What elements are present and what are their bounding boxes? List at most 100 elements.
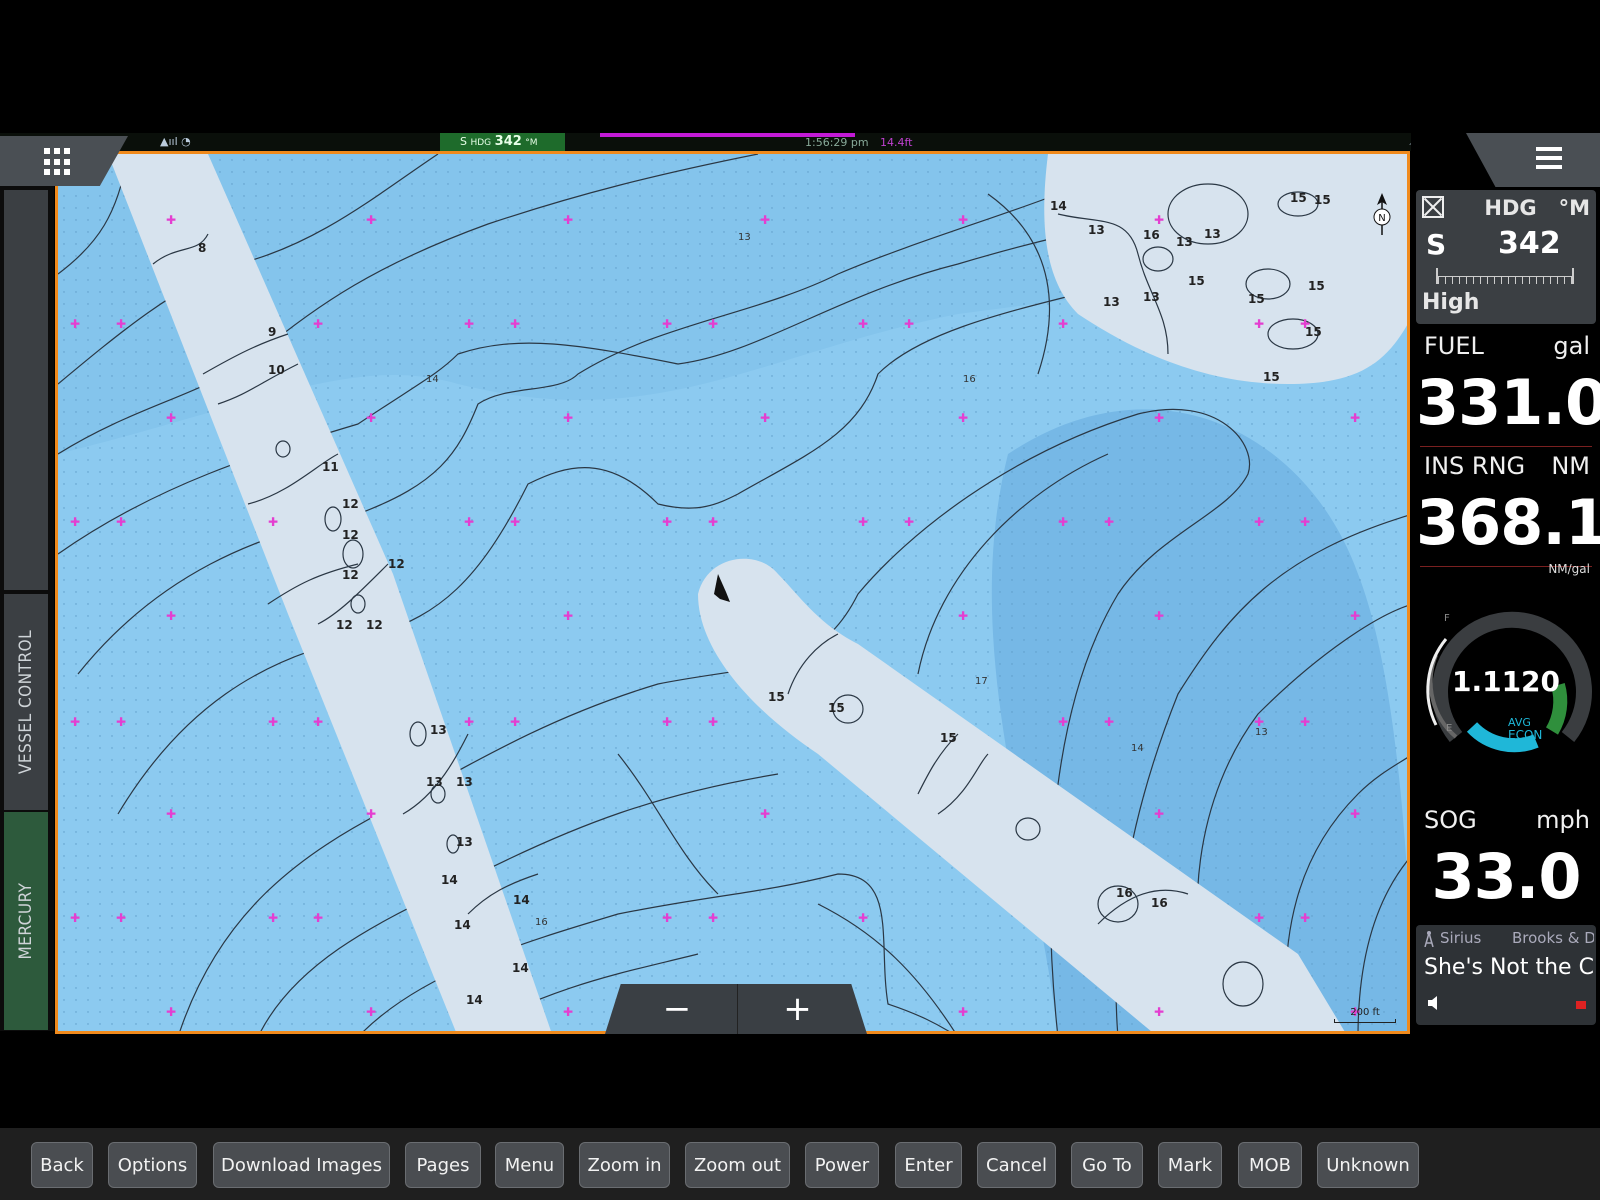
svg-text:✚: ✚ xyxy=(366,411,376,425)
cancel-button[interactable]: Cancel xyxy=(977,1142,1056,1188)
svg-text:13: 13 xyxy=(426,775,443,789)
speed-over-ground-gauge[interactable]: SOG mph 33.0 xyxy=(1416,800,1596,915)
svg-text:13: 13 xyxy=(430,723,447,737)
svg-text:✚: ✚ xyxy=(1058,317,1068,331)
zoom-out-button[interactable]: − xyxy=(617,984,737,1034)
svg-text:✚: ✚ xyxy=(1058,715,1068,729)
back-button[interactable]: Back xyxy=(31,1142,93,1188)
svg-text:✚: ✚ xyxy=(1350,609,1360,623)
svg-text:12: 12 xyxy=(342,568,359,582)
status-hdg-unit: °M xyxy=(525,138,538,148)
economy-full-label: F xyxy=(1444,613,1450,624)
svg-text:✚: ✚ xyxy=(858,911,868,925)
mark-button[interactable]: Mark xyxy=(1158,1142,1222,1188)
svg-text:14: 14 xyxy=(454,918,471,932)
svg-text:15: 15 xyxy=(1314,193,1331,207)
range-value: 368.1 xyxy=(1416,486,1600,559)
svg-text:16: 16 xyxy=(535,917,548,928)
nautical-chart[interactable]: 8 9 10 11 12 12 12 12 12 12 13 13 13 13 … xyxy=(55,151,1410,1034)
svg-text:✚: ✚ xyxy=(708,911,718,925)
status-hdg-value: 342 xyxy=(494,134,522,149)
svg-text:✚: ✚ xyxy=(1154,1005,1164,1019)
svg-text:✚: ✚ xyxy=(563,411,573,425)
svg-text:✚: ✚ xyxy=(70,515,80,529)
status-heading[interactable]: S HDG 342 °M xyxy=(440,133,565,151)
svg-text:15: 15 xyxy=(1263,370,1280,384)
svg-text:13: 13 xyxy=(738,232,751,243)
enter-button[interactable]: Enter xyxy=(895,1142,962,1188)
sog-value: 33.0 xyxy=(1431,840,1582,913)
north-label: N xyxy=(1378,213,1385,224)
svg-text:14: 14 xyxy=(426,374,439,385)
heading-value: 342 xyxy=(1498,226,1561,261)
svg-text:✚: ✚ xyxy=(116,715,126,729)
power-button[interactable]: Power xyxy=(805,1142,879,1188)
svg-text:15: 15 xyxy=(828,701,845,715)
svg-text:✚: ✚ xyxy=(958,411,968,425)
svg-text:✚: ✚ xyxy=(662,911,672,925)
north-arrow-icon[interactable]: N xyxy=(1370,193,1394,239)
svg-text:✚: ✚ xyxy=(1058,515,1068,529)
menu-hw-button[interactable]: Menu xyxy=(495,1142,564,1188)
mob-button[interactable]: MOB xyxy=(1238,1142,1302,1188)
svg-text:13: 13 xyxy=(1103,295,1120,309)
go-to-button[interactable]: Go To xyxy=(1071,1142,1143,1188)
range-sub-unit: NM/gal xyxy=(1548,562,1590,576)
svg-text:✚: ✚ xyxy=(760,807,770,821)
fuel-divider xyxy=(1420,446,1592,447)
autopilot-off-icon xyxy=(1422,196,1444,218)
svg-text:16: 16 xyxy=(963,374,976,385)
zoom-in-hw-button[interactable]: Zoom in xyxy=(579,1142,670,1188)
heading-gauge[interactable]: HDG °M S 342 High xyxy=(1416,190,1596,324)
svg-text:✚: ✚ xyxy=(858,515,868,529)
fuel-economy-gauge[interactable]: F E 1.1120 AVG ECON xyxy=(1416,605,1596,770)
zoom-out-hw-button[interactable]: Zoom out xyxy=(685,1142,790,1188)
svg-text:✚: ✚ xyxy=(1154,807,1164,821)
svg-text:✚: ✚ xyxy=(708,317,718,331)
tab-vessel-control[interactable]: VESSEL CONTROL xyxy=(4,594,48,810)
svg-text:✚: ✚ xyxy=(313,317,323,331)
options-button[interactable]: Options xyxy=(108,1142,197,1188)
svg-text:✚: ✚ xyxy=(1254,515,1264,529)
tab-mercury-label: MERCURY xyxy=(16,882,36,960)
chart-canvas: 8 9 10 11 12 12 12 12 12 12 13 13 13 13 … xyxy=(58,154,1407,1031)
pages-button[interactable]: Pages xyxy=(405,1142,481,1188)
svg-text:15: 15 xyxy=(940,731,957,745)
range-gauge[interactable]: INS RNG NM 368.1 NM/gal xyxy=(1416,450,1600,590)
economy-value: 1.1120 xyxy=(1451,665,1561,698)
heading-unit: °M xyxy=(1558,196,1590,220)
svg-text:✚: ✚ xyxy=(464,715,474,729)
tab-mercury[interactable]: MERCURY xyxy=(4,812,48,1030)
svg-text:✚: ✚ xyxy=(116,911,126,925)
svg-text:14: 14 xyxy=(1050,199,1067,213)
heading-title: HDG °M xyxy=(1484,196,1590,220)
heading-scale xyxy=(1436,268,1574,284)
grid-icon xyxy=(44,148,72,176)
scale-bar-line xyxy=(1334,1019,1396,1023)
svg-text:14: 14 xyxy=(1131,743,1144,754)
speaker-icon[interactable] xyxy=(1426,995,1442,1011)
svg-text:13: 13 xyxy=(456,775,473,789)
download-images-button[interactable]: Download Images xyxy=(213,1142,390,1188)
scale-bar: 200 ft xyxy=(1330,1007,1400,1025)
svg-text:17: 17 xyxy=(975,676,988,687)
svg-text:✚: ✚ xyxy=(563,213,573,227)
economy-empty-label: E xyxy=(1446,723,1453,734)
chartplotter-screen: ▲ııl ◔ S HDG 342 °M 1:56:29 pm 14.4ft ⟋ … xyxy=(0,0,1600,1200)
svg-text:✚: ✚ xyxy=(268,515,278,529)
svg-text:12: 12 xyxy=(342,497,359,511)
svg-text:11: 11 xyxy=(322,460,339,474)
svg-text:15: 15 xyxy=(1308,279,1325,293)
svg-text:✚: ✚ xyxy=(1350,807,1360,821)
rail-tab-blank[interactable] xyxy=(4,190,48,590)
unknown-button[interactable]: Unknown xyxy=(1317,1142,1419,1188)
svg-text:✚: ✚ xyxy=(1104,515,1114,529)
zoom-in-button[interactable]: + xyxy=(737,984,857,1034)
svg-text:10: 10 xyxy=(268,363,285,377)
economy-econ-label: ECON xyxy=(1508,728,1543,742)
audio-player[interactable]: Sirius Brooks & Dunn She's Not the Ch xyxy=(1416,925,1596,1025)
svg-text:12: 12 xyxy=(342,528,359,542)
fuel-gauge[interactable]: FUEL gal 331.0 xyxy=(1416,330,1600,450)
svg-text:16: 16 xyxy=(1151,896,1168,910)
svg-text:✚: ✚ xyxy=(464,515,474,529)
